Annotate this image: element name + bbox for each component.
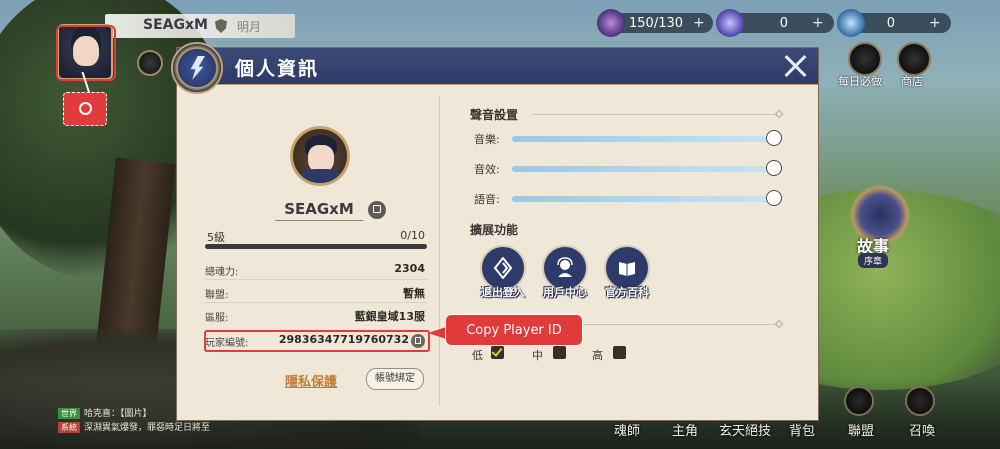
alliance-icon[interactable] <box>844 386 874 416</box>
story-sub-label: 序章 <box>858 253 889 268</box>
nav-alliance[interactable]: 聯盟 <box>848 420 874 439</box>
stat-value: 暫無 <box>403 287 425 300</box>
voice-label: 語音: <box>474 193 500 206</box>
chat-channel-tag: 世界 <box>58 408 80 419</box>
stat-row-power: 總魂力: 2304 <box>205 260 425 280</box>
account-bind-button[interactable]: 帳號綁定 <box>366 368 424 390</box>
resource-crystal: 0 + <box>716 9 834 37</box>
daily-icon[interactable] <box>848 42 882 76</box>
quality-mid-label: 中 <box>532 349 543 362</box>
crystal-icon <box>716 9 744 37</box>
xp-text: 0/10 <box>400 229 425 242</box>
hud-server-name: 明月 <box>237 20 262 34</box>
lightning-emblem-icon <box>171 42 223 94</box>
sfx-label: 音效: <box>474 163 500 176</box>
shield-icon <box>215 19 227 33</box>
quality-low-checkbox[interactable] <box>491 346 504 359</box>
panel-header: 個人資訊 <box>171 42 818 94</box>
add-fish-icon[interactable]: + <box>929 15 941 31</box>
stamina-value: 150/130 <box>629 15 684 31</box>
stamina-icon <box>597 9 625 37</box>
section-rule <box>532 114 778 115</box>
panel-title: 個人資訊 <box>235 58 320 80</box>
nav-skills[interactable]: 玄天絕技 <box>719 420 771 439</box>
copy-id-tooltip: Copy Player ID <box>445 314 583 346</box>
xp-bar <box>205 244 427 249</box>
buff-icon[interactable] <box>137 50 163 76</box>
shop-label: 商店 <box>901 75 923 88</box>
chat-line[interactable]: 系統 深淵異氣爆發，罪惡時足日將至 <box>58 420 210 433</box>
nav-protagonist[interactable]: 主角 <box>672 420 698 439</box>
stat-row-server: 區服: 藍銀皇域13服 <box>205 306 425 326</box>
fish-value: 0 <box>886 15 895 31</box>
resource-stamina: 150/130 + <box>597 9 713 37</box>
nav-soul-master[interactable]: 魂師 <box>614 420 640 439</box>
stat-value: 藍銀皇域13服 <box>354 310 425 323</box>
nav-backpack[interactable]: 背包 <box>789 420 815 439</box>
wiki-label[interactable]: 官方百科 <box>597 284 657 300</box>
voice-slider[interactable] <box>512 190 782 206</box>
slider-fill <box>512 136 774 142</box>
stat-value: 2304 <box>394 262 425 275</box>
quality-high-label: 高 <box>592 349 603 362</box>
chat-text: 哈克喜：【圖片】 <box>84 409 152 419</box>
player-name-plate: SEAGxM 明月 <box>105 14 295 38</box>
chat-text: 深淵異氣爆發，罪惡時足日將至 <box>84 423 211 433</box>
music-slider[interactable] <box>512 130 782 146</box>
slider-knob[interactable] <box>766 130 782 146</box>
profile-avatar[interactable] <box>290 126 350 186</box>
extensions-title: 擴展功能 <box>470 223 519 237</box>
name-underline <box>275 220 363 221</box>
resource-pill: 150/130 + <box>597 9 713 37</box>
sound-settings-title: 聲音設置 <box>470 108 519 122</box>
quality-high-checkbox[interactable] <box>613 346 626 359</box>
resource-pill: 0 + <box>837 9 951 37</box>
logout-label[interactable]: 退出登入 <box>473 284 533 300</box>
player-level: 5級 <box>207 231 225 244</box>
music-label: 音樂: <box>474 133 500 146</box>
shop-icon[interactable] <box>897 42 931 76</box>
user-center-label[interactable]: 用戶中心 <box>535 284 595 300</box>
profile-player-name: SEAGxM <box>284 200 354 218</box>
user-center-icon <box>557 257 573 277</box>
stat-key: 區服: <box>205 313 229 324</box>
privacy-link[interactable]: 隱私保護 <box>285 371 337 390</box>
resource-pill: 0 + <box>716 9 834 37</box>
quality-low-label: 低 <box>472 349 483 362</box>
add-crystal-icon[interactable]: + <box>812 15 824 31</box>
chat-channel-tag: 系統 <box>58 422 80 433</box>
annotation-click-marker <box>63 92 107 126</box>
column-divider <box>439 96 440 406</box>
row-divider <box>205 302 427 303</box>
slider-knob[interactable] <box>766 160 782 176</box>
close-button[interactable] <box>782 52 810 80</box>
stat-row-alliance: 聯盟: 暫無 <box>205 283 425 303</box>
row-divider <box>205 279 427 280</box>
click-dot-icon <box>79 102 92 115</box>
chat-line[interactable]: 世界 哈克喜：【圖片】 <box>58 406 152 419</box>
resource-fish: 0 + <box>837 9 951 37</box>
slider-knob[interactable] <box>766 190 782 206</box>
stat-key: 總魂力: <box>205 267 239 278</box>
hud-player-name: SEAGxM <box>143 17 208 33</box>
tooltip-arrow <box>428 327 446 339</box>
slider-fill <box>512 196 774 202</box>
profile-panel: 個人資訊 SEAGxM 5級 0/10 總魂力: 2304 聯盟: 暫無 區服:… <box>171 42 819 421</box>
daily-label: 每日必做 <box>838 75 882 88</box>
fish-icon <box>837 9 865 37</box>
add-stamina-icon[interactable]: + <box>693 15 705 31</box>
slider-fill <box>512 166 774 172</box>
logout-icon <box>494 257 512 279</box>
avatar-body <box>299 169 343 183</box>
wiki-book-icon <box>619 262 635 276</box>
summon-icon[interactable] <box>905 386 935 416</box>
crystal-value: 0 <box>779 15 788 31</box>
player-id-highlight-box <box>204 330 430 352</box>
edit-name-button[interactable] <box>368 201 386 219</box>
nav-summon[interactable]: 召喚 <box>909 420 935 439</box>
quality-mid-checkbox[interactable] <box>553 346 566 359</box>
stat-key: 聯盟: <box>205 290 229 301</box>
sfx-slider[interactable] <box>512 160 782 176</box>
